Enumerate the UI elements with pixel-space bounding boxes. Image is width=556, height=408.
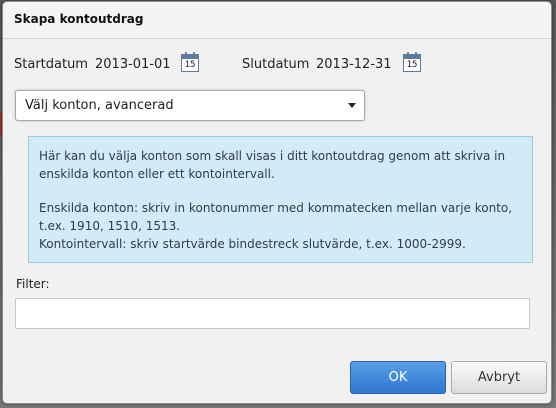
start-date-calendar-icon[interactable]: 15 (181, 52, 199, 72)
filter-input[interactable] (15, 298, 530, 329)
end-date-calendar-icon[interactable]: 15 (403, 52, 421, 72)
calendar-ring (407, 52, 409, 57)
ok-button[interactable]: OK (350, 361, 446, 394)
start-date-label: Startdatum (14, 57, 88, 72)
start-date-value[interactable]: 2013-01-01 (95, 57, 171, 72)
create-statement-dialog: Skapa kontoutdrag Startdatum 2013-01-01 … (2, 1, 552, 404)
chevron-down-icon (348, 103, 356, 108)
dialog-title: Skapa kontoutdrag (14, 12, 144, 26)
calendar-ring (185, 52, 187, 57)
info-line: Enskilda konton: skriv in kontonummer me… (39, 201, 513, 215)
info-message-box: Här kan du välja konton som skall visas … (28, 136, 533, 263)
account-selection-dropdown[interactable]: Välj konton, avancerad (15, 90, 365, 121)
calendar-day-number: 15 (184, 60, 196, 70)
info-line: Kontointervall: skriv startvärde bindest… (39, 237, 466, 251)
account-selection-value: Välj konton, avancerad (25, 98, 174, 113)
filter-label: Filter: (16, 277, 50, 291)
calendar-ring (415, 52, 417, 57)
info-line: enskilda konton eller ett kontointervall… (39, 167, 275, 181)
end-date-label: Slutdatum (242, 57, 310, 72)
calendar-day-number: 15 (406, 60, 418, 70)
info-line: t.ex. 1910, 1510, 1513. (39, 219, 181, 233)
calendar-ring (193, 52, 195, 57)
dialog-titlebar: Skapa kontoutdrag (3, 2, 551, 39)
cancel-button[interactable]: Avbryt (451, 361, 547, 394)
info-line: Här kan du välja konton som skall visas … (39, 149, 506, 163)
end-date-value[interactable]: 2013-12-31 (316, 57, 392, 72)
